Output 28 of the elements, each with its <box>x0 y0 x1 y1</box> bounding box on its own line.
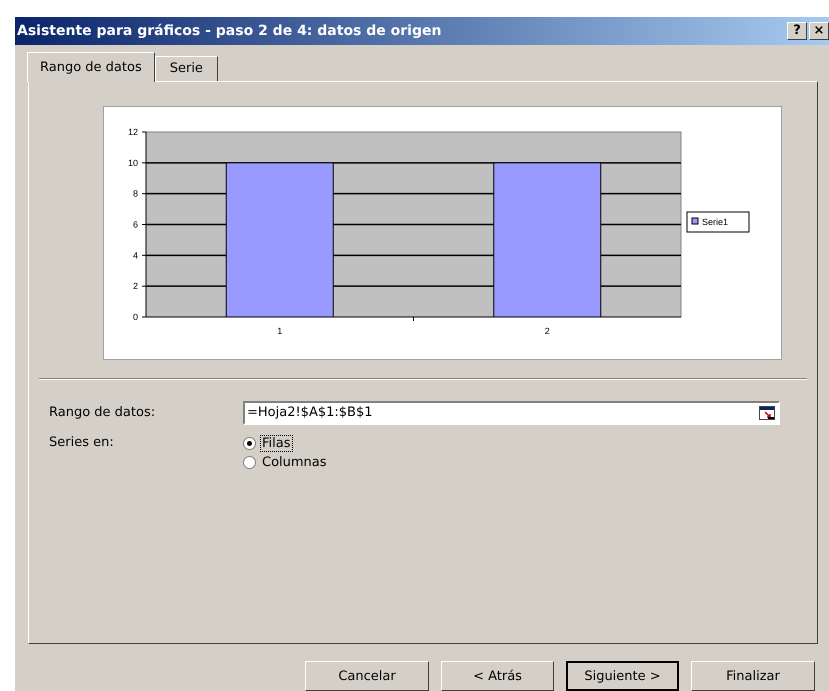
range-input-field[interactable]: =Hoja2!$A$1:$B$1 <box>243 400 780 425</box>
window-title: Asistente para gráficos - paso 2 de 4: datos de origen <box>17 22 442 39</box>
legend-label: Serie1 <box>702 216 728 227</box>
tab[interactable]: Rango de datos <box>27 52 155 82</box>
axis-tick-label: 0 <box>132 312 138 322</box>
dialog-button[interactable]: < Atrás <box>441 661 554 691</box>
close-button[interactable]: × <box>809 22 829 40</box>
dialog-button[interactable]: Finalizar <box>691 661 815 691</box>
axis-tick-label: 6 <box>132 219 138 230</box>
tab[interactable]: Serie <box>154 56 218 81</box>
help-button[interactable]: ? <box>787 22 807 40</box>
axis-tick-label: 8 <box>132 188 138 199</box>
radio-button[interactable] <box>243 456 256 469</box>
tick-mark <box>413 316 414 322</box>
dialog-button[interactable]: Cancelar <box>305 661 429 691</box>
axis-tick-label: 10 <box>128 158 138 168</box>
axis-tick-label: 1 <box>277 326 282 336</box>
radio-button[interactable] <box>243 436 256 450</box>
radio-label[interactable]: Columnas <box>260 454 329 471</box>
axis-tick-label: 2 <box>132 281 138 292</box>
radio-label[interactable]: Filas <box>260 434 292 452</box>
axis-tick-label: 12 <box>128 126 138 137</box>
dialog-button[interactable]: Siguiente > <box>566 661 679 691</box>
field-label: Rango de datos: <box>49 405 156 420</box>
field-label: Series en: <box>49 434 115 452</box>
collapse-dialog-icon[interactable] <box>759 406 775 420</box>
axis-tick-label: 4 <box>132 250 138 260</box>
axis-tick-label: 2 <box>544 326 550 336</box>
